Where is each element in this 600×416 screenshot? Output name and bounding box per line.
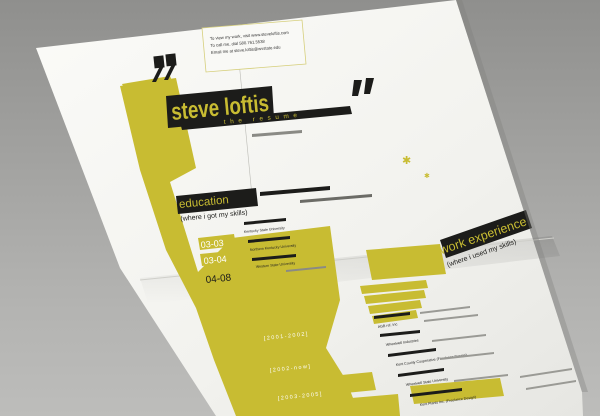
resume-photo-scene: To view my work, visit www.steveloftis.c… [36, 0, 588, 416]
star-icon: ✱ [402, 155, 411, 167]
star-icon-small: ✱ [424, 172, 430, 180]
work-band [366, 244, 446, 280]
